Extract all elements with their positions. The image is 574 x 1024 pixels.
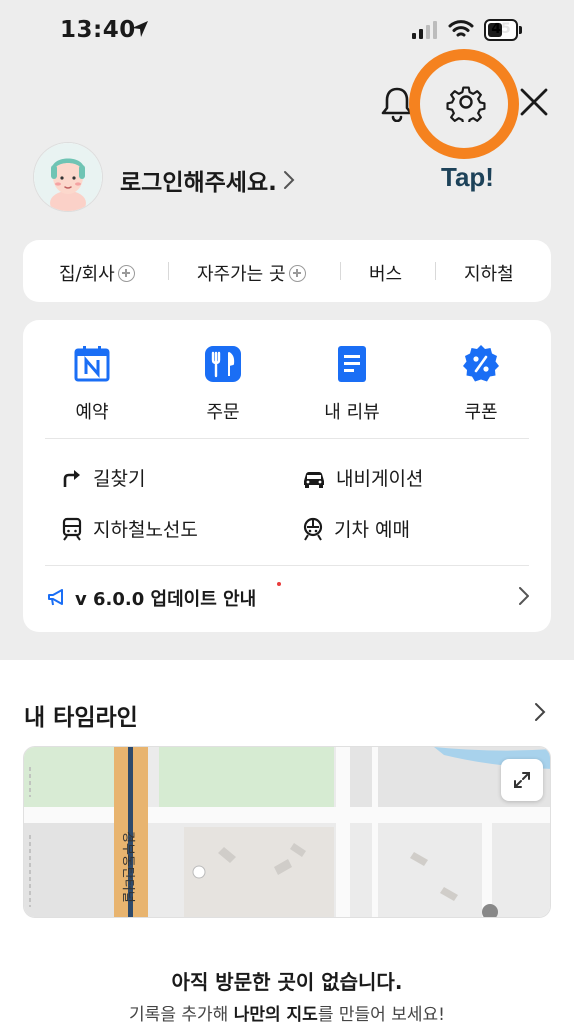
menu-label: 주문 (206, 402, 240, 423)
map-tiles: 경부동탄터널 (24, 747, 550, 917)
quick-link-label: 자주가는 곳 (197, 264, 286, 285)
quick-link-label: 버스 (369, 264, 403, 285)
train-icon (303, 517, 323, 541)
plus-circle-icon (288, 264, 306, 282)
timeline-title: 내 타임라인 (24, 705, 138, 731)
menu-subway-map[interactable]: 지하철노선도 (61, 515, 198, 542)
plus-circle-icon (117, 264, 135, 282)
battery-level: 45 (491, 21, 511, 37)
menu-coupon[interactable]: 쿠폰 (436, 344, 526, 424)
status-bar: 13:40 45 (0, 0, 574, 60)
menu-train-booking[interactable]: 기차 예매 (302, 515, 410, 542)
menu-card: 예약 주문 내 리뷰 쿠폰 길찾기 내비게이션 지하철노선도 기차 예매 v 6… (23, 320, 551, 632)
menu-label: 내 리뷰 (324, 402, 380, 423)
tap-hint-text: Tap! (441, 162, 494, 192)
menu-label: 예약 (75, 402, 109, 423)
menu-navigation[interactable]: 내비게이션 (302, 464, 423, 491)
subway-icon (62, 517, 82, 541)
menu-my-reviews[interactable]: 내 리뷰 (307, 344, 397, 424)
document-icon (338, 346, 366, 382)
calendar-n-icon (74, 346, 110, 382)
menu-reservation[interactable]: 예약 (47, 344, 137, 424)
chevron-right-icon (283, 171, 295, 189)
expand-icon (514, 772, 530, 788)
map-road-label: 경부동탄터널 (120, 831, 135, 903)
quick-link-frequent[interactable]: 자주가는 곳 (197, 260, 306, 286)
megaphone-icon (48, 589, 63, 606)
avatar-illustration (34, 143, 102, 211)
row-label: 내비게이션 (336, 468, 424, 490)
location-arrow-icon (132, 21, 148, 37)
quick-link-label: 지하철 (464, 264, 514, 285)
quick-link-home-work[interactable]: 집/회사 (59, 260, 135, 286)
timeline-map[interactable]: 경부동탄터널 (23, 746, 551, 918)
car-icon (304, 471, 324, 488)
login-link[interactable]: 로그인해주세요. (120, 163, 295, 197)
avatar[interactable] (34, 143, 102, 211)
quick-link-bus[interactable]: 버스 (369, 260, 402, 286)
wifi-icon (448, 20, 474, 37)
update-notice-text: v 6.0.0 업데이트 안내 (75, 589, 257, 610)
status-time: 13:40 (60, 17, 136, 43)
empty-state-title: 아직 방문한 곳이 없습니다. (171, 970, 403, 994)
quick-link-subway[interactable]: 지하철 (464, 260, 514, 286)
expand-map-button[interactable] (501, 759, 543, 801)
battery-indicator: 45 (484, 19, 522, 41)
cellular-signal-icon (412, 21, 437, 39)
menu-directions[interactable]: 길찾기 (61, 464, 145, 491)
fork-knife-icon (205, 346, 241, 382)
chevron-right-icon[interactable] (534, 702, 546, 722)
empty-state-subtitle: 기록을 추가해 나만의 지도를 만들어 보세요! (129, 1005, 445, 1024)
divider (45, 438, 529, 439)
timeline-section: 내 타임라인 경부동탄터널 아직 방문한 곳이 없습니다. 기록을 추가해 나만… (0, 660, 574, 1024)
quick-links-card: 집/회사 자주가는 곳 버스 지하철 (23, 240, 551, 302)
turn-arrow-icon (63, 469, 80, 487)
gear-icon[interactable] (446, 82, 486, 122)
row-label: 지하철노선도 (93, 519, 198, 541)
chevron-right-icon (519, 587, 529, 605)
close-icon[interactable] (518, 86, 550, 118)
new-badge-dot (277, 582, 281, 586)
menu-label: 쿠폰 (464, 402, 498, 423)
divider (45, 565, 529, 566)
update-notice-row[interactable]: v 6.0.0 업데이트 안내 (47, 582, 529, 611)
percent-badge-icon (463, 345, 499, 382)
quick-link-label: 집/회사 (59, 264, 115, 285)
menu-order[interactable]: 주문 (178, 344, 268, 424)
row-label: 기차 예매 (334, 519, 410, 541)
row-label: 길찾기 (93, 468, 146, 490)
login-text: 로그인해주세요. (120, 170, 277, 196)
